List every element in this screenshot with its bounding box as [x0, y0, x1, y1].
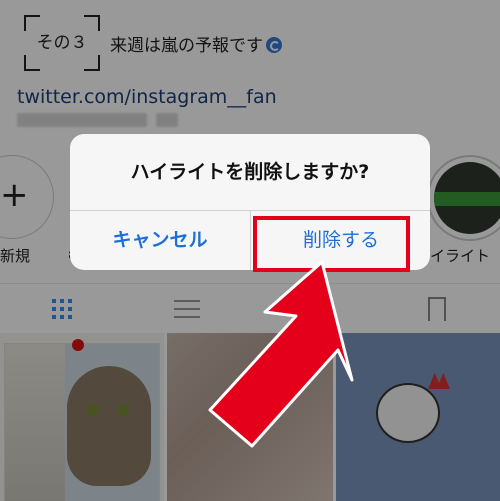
dialog-title: ハイライトを削除しますか?	[130, 161, 370, 183]
profile-screen: その３ 来週は嵐の予報です twitter.com/instagram__fan…	[0, 0, 500, 501]
cancel-button[interactable]: キャンセル	[70, 211, 250, 270]
annotation-highlight-box	[253, 216, 410, 272]
